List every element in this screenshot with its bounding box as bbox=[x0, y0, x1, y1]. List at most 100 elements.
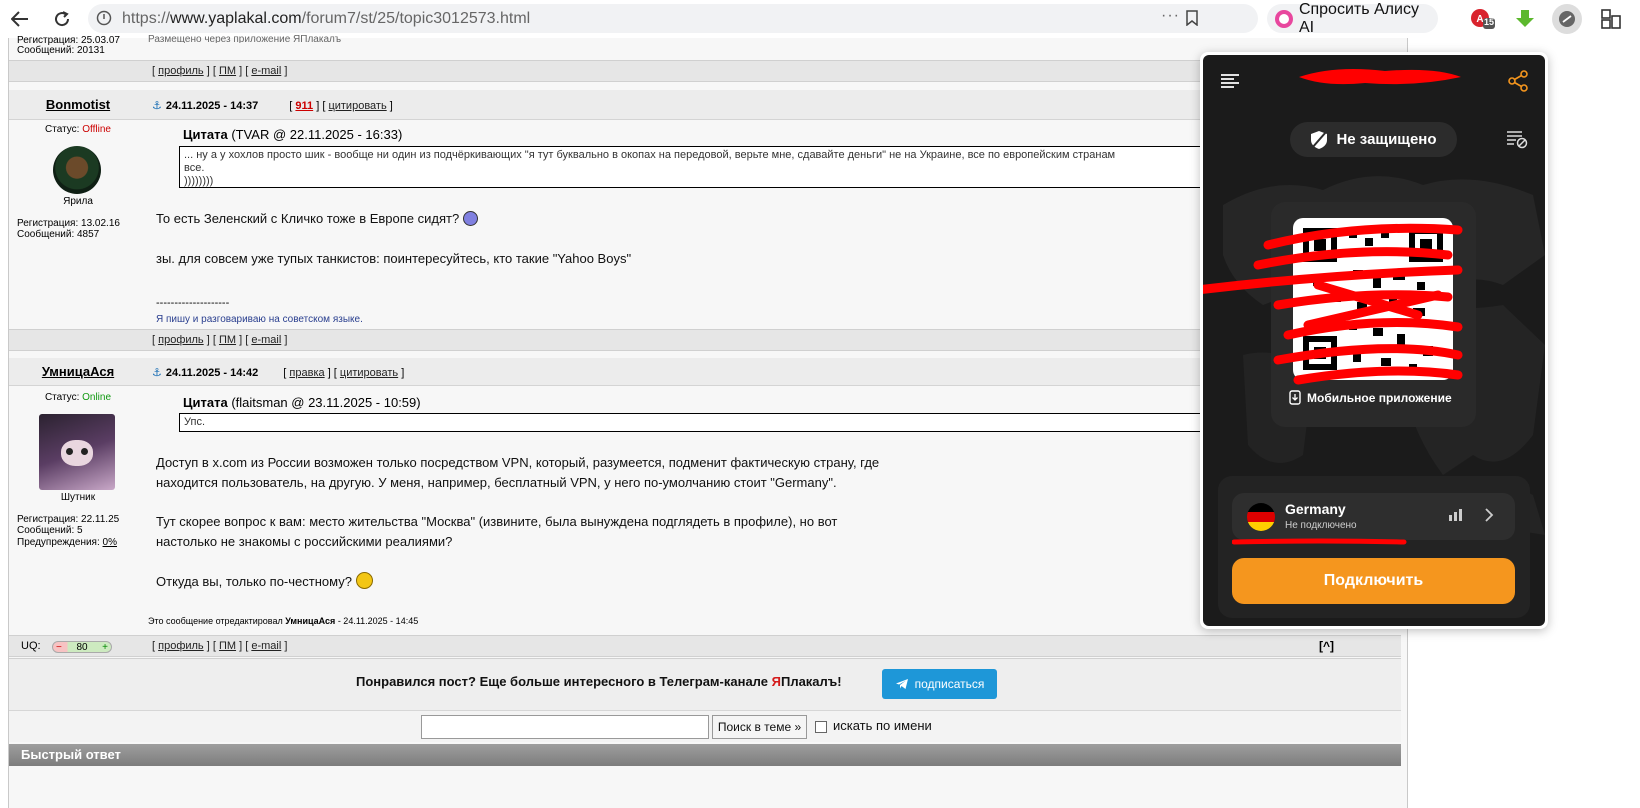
subscribe-button[interactable]: подписаться bbox=[882, 669, 997, 699]
post-text: Откуда вы, только по-честному? bbox=[156, 572, 373, 592]
msg-count: Сообщений: 4857 bbox=[17, 229, 100, 240]
post-meta: ⚓ 24.11.2025 - 14:37 [ 911 ] [ цитировать… bbox=[152, 100, 393, 112]
pm-link[interactable]: ПМ bbox=[219, 65, 236, 77]
author-name-link[interactable]: УмницаАся bbox=[42, 364, 114, 379]
email-link[interactable]: e-mail bbox=[251, 334, 281, 346]
search-button[interactable]: Поиск в теме » bbox=[712, 715, 807, 739]
posted-via-text: Размещено через приложение ЯПлакалъ bbox=[148, 34, 342, 43]
vpn-popup: Не защищено Мобильное приложение Germany… bbox=[1200, 52, 1548, 629]
reg-date: Регистрация: 22.11.25 bbox=[17, 514, 120, 525]
post-text: зы. для совсем уже тупых танкистов: поин… bbox=[156, 251, 632, 266]
redaction-scribble bbox=[1203, 223, 1463, 385]
ext-badge: 15 bbox=[1484, 17, 1495, 27]
pm-link[interactable]: ПМ bbox=[219, 640, 236, 652]
avatar[interactable] bbox=[39, 414, 115, 490]
anchor-icon[interactable]: ⚓ bbox=[152, 367, 162, 379]
profile-link[interactable]: профиль bbox=[158, 65, 204, 77]
edit-link[interactable]: правка bbox=[289, 367, 324, 379]
post-links: [ профиль ] [ ПМ ] [ e-mail ] bbox=[152, 640, 288, 652]
quick-reply-header[interactable]: Быстрый ответ bbox=[9, 744, 1401, 766]
warnings-link[interactable]: 0% bbox=[103, 537, 117, 548]
phone-download-icon bbox=[1289, 390, 1301, 405]
location-card: Germany Не подключено Подключить bbox=[1218, 476, 1530, 618]
ask-alisa-button[interactable]: Спросить Алису AI bbox=[1267, 1, 1438, 36]
sad-smiley-icon bbox=[463, 211, 479, 226]
quote-title: Цитата (flaitsman @ 23.11.2025 - 10:59) bbox=[183, 395, 421, 410]
connection-status: Не подключено bbox=[1285, 520, 1357, 531]
telegram-icon bbox=[895, 679, 908, 689]
signature-line: -------------------- bbox=[156, 297, 230, 309]
ask-alisa-label: Спросить Алису AI bbox=[1298, 0, 1419, 36]
more-dots-icon[interactable]: ··· bbox=[1161, 7, 1180, 25]
address-bar[interactable]: https://www.yaplakal.com/forum7/st/25/to… bbox=[88, 4, 1258, 33]
split-tunnel-icon[interactable] bbox=[1506, 129, 1528, 149]
signal-strength-icon bbox=[1449, 509, 1462, 521]
alisa-icon bbox=[1275, 9, 1293, 28]
extensions-puzzle-icon[interactable] bbox=[1598, 6, 1624, 32]
mobile-app-link[interactable]: Мобильное приложение bbox=[1289, 390, 1452, 405]
back-arrow-icon[interactable] bbox=[9, 8, 31, 30]
uq-plus-button[interactable]: + bbox=[102, 642, 108, 653]
anchor-icon[interactable]: ⚓ bbox=[152, 100, 162, 112]
quote-link[interactable]: цитировать bbox=[340, 367, 398, 379]
quote-link[interactable]: цитировать bbox=[328, 100, 386, 112]
laughing-smiley-icon bbox=[355, 572, 373, 589]
search-by-name-checkbox[interactable] bbox=[815, 721, 827, 733]
download-extension-icon[interactable] bbox=[1512, 6, 1538, 32]
chevron-right-icon[interactable] bbox=[1484, 508, 1494, 522]
uq-minus-button[interactable]: − bbox=[56, 642, 62, 653]
url-prefix: https:// bbox=[122, 9, 171, 27]
redaction-scribble bbox=[1232, 538, 1407, 545]
avatar[interactable] bbox=[53, 146, 101, 194]
quote-title: Цитата (TVAR @ 22.11.2025 - 16:33) bbox=[183, 127, 403, 142]
status-badge: Online bbox=[82, 392, 112, 403]
search-input[interactable] bbox=[421, 715, 709, 739]
profile-link[interactable]: профиль bbox=[158, 640, 204, 652]
rating-link[interactable]: 911 bbox=[295, 100, 313, 112]
post-links-bar: [ профиль ] [ ПМ ] [ e-mail ] bbox=[9, 60, 1401, 82]
search-by-name-label: искать по имени bbox=[833, 718, 932, 733]
protection-status[interactable]: Не защищено bbox=[1290, 122, 1457, 157]
telegram-promo-text: Понравился пост? Еще больше интересного … bbox=[356, 674, 842, 689]
author-name-link[interactable]: Bonmotist bbox=[46, 97, 110, 112]
post-meta: ⚓ 24.11.2025 - 14:42 [ правка ] [ цитиров… bbox=[152, 367, 405, 379]
location-selector[interactable]: Germany Не подключено bbox=[1232, 493, 1515, 540]
reload-icon[interactable] bbox=[51, 8, 73, 30]
post-text: Доступ в x.com из России возможен только… bbox=[156, 455, 880, 490]
adblock-extension-icon[interactable]: A 15 bbox=[1469, 6, 1495, 32]
location-name: Germany bbox=[1285, 501, 1346, 517]
share-icon[interactable] bbox=[1507, 70, 1529, 92]
browser-toolbar: https://www.yaplakal.com/forum7/st/25/to… bbox=[0, 0, 1640, 38]
post-links-bar: UQ: − 80 + [ профиль ] [ ПМ ] [ e-mail ]… bbox=[9, 635, 1401, 657]
svg-text:A: A bbox=[1476, 14, 1483, 25]
post-header: Bonmotist ⚓ 24.11.2025 - 14:37 [ 911 ] [ … bbox=[9, 90, 1401, 120]
bookmark-icon[interactable] bbox=[1186, 10, 1198, 26]
germany-flag-icon bbox=[1247, 503, 1275, 531]
scroll-top-link[interactable]: [^] bbox=[1319, 639, 1334, 653]
post-date: 24.11.2025 - 14:42 bbox=[165, 367, 259, 379]
profile-link[interactable]: профиль bbox=[158, 334, 204, 346]
url-path: /forum7/st/25/topic3012573.html bbox=[301, 9, 531, 27]
post-date: 24.11.2025 - 14:37 bbox=[165, 100, 259, 112]
email-link[interactable]: e-mail bbox=[251, 640, 281, 652]
forum-page: Регистрация: 25.03.07 Сообщений: 20131 Р… bbox=[8, 34, 1408, 808]
uq-label: UQ: bbox=[21, 640, 41, 652]
email-link[interactable]: e-mail bbox=[251, 65, 281, 77]
uq-value: 80 bbox=[76, 642, 88, 653]
vpn-panel: Не защищено Мобильное приложение Germany… bbox=[1203, 55, 1545, 626]
prev-msgs: Сообщений: 20131 bbox=[17, 45, 105, 56]
vpn-extension-icon[interactable] bbox=[1552, 4, 1582, 34]
pm-link[interactable]: ПМ bbox=[219, 334, 236, 346]
url-host: www.yaplakal.com bbox=[170, 9, 302, 27]
menu-icon[interactable] bbox=[1220, 73, 1240, 89]
telegram-promo: Понравился пост? Еще больше интересного … bbox=[9, 658, 1401, 710]
post-links-bar: [ профиль ] [ ПМ ] [ e-mail ] bbox=[9, 329, 1401, 351]
uq-rating-widget[interactable]: − 80 + bbox=[52, 641, 112, 653]
edited-note: Это сообщение отредактировал УмницаАся -… bbox=[148, 616, 419, 626]
site-info-icon[interactable] bbox=[96, 10, 112, 26]
shield-off-icon bbox=[1311, 130, 1328, 149]
signature: Я пишу и разговариваю на советском языке… bbox=[156, 314, 363, 325]
connect-button[interactable]: Подключить bbox=[1232, 558, 1515, 604]
user-rank: Шутник bbox=[60, 492, 96, 503]
post-links: [ профиль ] [ ПМ ] [ e-mail ] bbox=[152, 65, 288, 77]
